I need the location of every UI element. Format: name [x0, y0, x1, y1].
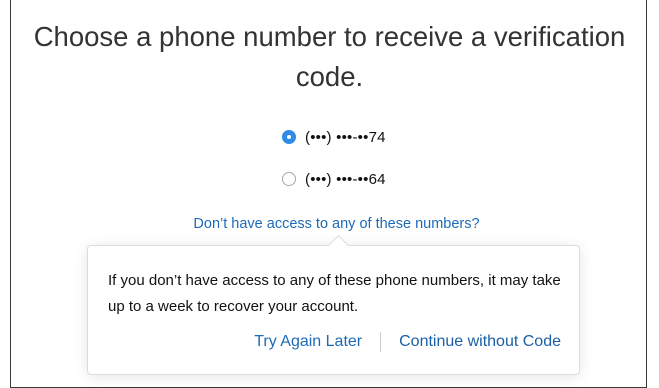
no-access-popover: If you don’t have access to any of these… — [87, 234, 580, 375]
phone-number-options: (•••) •••-••74 (•••) •••-••64 — [282, 126, 386, 210]
phone-option-74[interactable]: (•••) •••-••74 — [282, 126, 386, 148]
action-divider — [380, 332, 382, 352]
radio-unselected-icon[interactable] — [282, 172, 296, 186]
no-access-link[interactable]: Don’t have access to any of these number… — [0, 216, 659, 232]
phone-option-label: (•••) •••-••74 — [305, 128, 386, 146]
popover-actions: Try Again Later Continue without Code — [254, 332, 561, 352]
popover-message: If you don’t have access to any of these… — [108, 272, 561, 315]
phone-option-label: (•••) •••-••64 — [305, 170, 386, 188]
try-again-later-button[interactable]: Try Again Later — [254, 333, 362, 351]
page-title-line-2: code. — [295, 61, 364, 92]
radio-selected-icon[interactable] — [282, 130, 296, 144]
phone-option-64[interactable]: (•••) •••-••64 — [282, 168, 386, 190]
page-title-line-1: Choose a phone number to receive a verif… — [33, 21, 626, 52]
continue-without-code-button[interactable]: Continue without Code — [399, 333, 561, 351]
page-title: Choose a phone number to receive a verif… — [0, 17, 659, 97]
